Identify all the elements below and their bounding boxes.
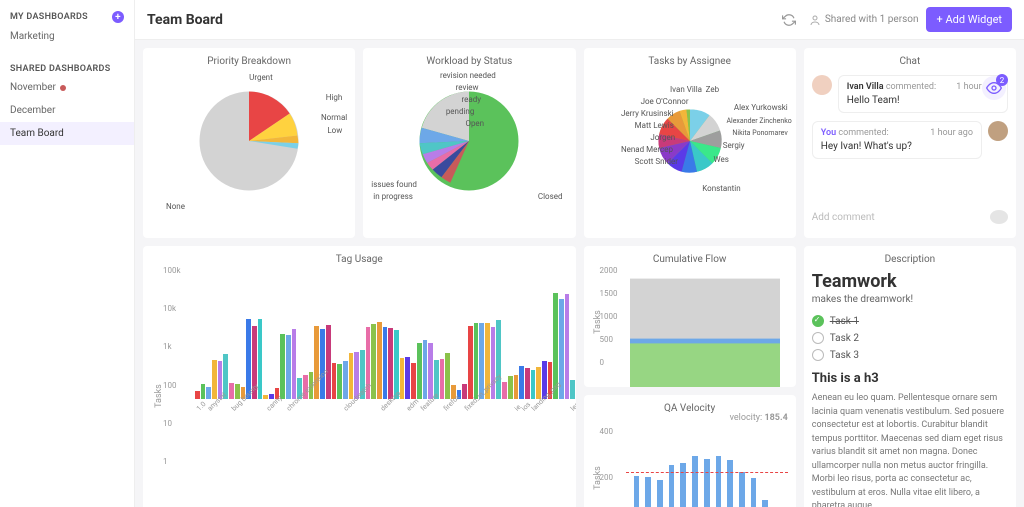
shared-dashboards-label: SHARED DASHBOARDS: [10, 64, 111, 74]
chat-badge: 2: [996, 74, 1008, 86]
qa-bars: [626, 430, 788, 507]
chat-text: Hey Ivan! What's up?: [821, 141, 973, 152]
shared-with[interactable]: Shared with 1 person: [809, 14, 919, 26]
tag-usage-title: Tag Usage: [151, 254, 568, 265]
my-dashboards-label: MY DASHBOARDS: [10, 12, 88, 22]
sidebar-item-december[interactable]: December: [0, 99, 134, 122]
user-icon: [809, 14, 821, 26]
desc-h3: This is a h3: [812, 371, 1008, 386]
flow-title: Cumulative Flow: [592, 254, 788, 265]
main: Team Board Shared with 1 person + Add Wi…: [135, 0, 1024, 507]
chat-card: Chat 2 Ivan Villa commented:1 hour ago H…: [804, 48, 1016, 238]
assignee-title: Tasks by Assignee: [592, 56, 788, 67]
checkbox-icon[interactable]: [812, 332, 824, 344]
velocity-line: [626, 472, 788, 473]
workload-card: Workload by Status revision needed revie…: [363, 48, 575, 238]
middle-stack: Cumulative Flow Tasks 2000150010005000 2…: [584, 246, 796, 507]
sidebar: MY DASHBOARDS + Marketing SHARED DASHBOA…: [0, 0, 135, 507]
desc-title: Description: [812, 254, 1008, 265]
chat-message: Ivan Villa commented:1 hour ago Hello Te…: [812, 75, 1008, 113]
cumulative-flow-card: Cumulative Flow Tasks 2000150010005000 2…: [584, 246, 796, 387]
add-widget-button[interactable]: + Add Widget: [926, 7, 1012, 32]
chat-title: Chat: [812, 56, 1008, 67]
task-item[interactable]: Task 2: [812, 332, 1008, 344]
topbar: Team Board Shared with 1 person + Add Wi…: [135, 0, 1024, 40]
tag-usage-bars: [191, 269, 576, 399]
priority-breakdown-card: Priority Breakdown Urgent High Normal Lo…: [143, 48, 355, 238]
tag-usage-card: Tag Usage Tasks 100k10k1k100101 1.0anyst…: [143, 246, 576, 507]
checkbox-icon[interactable]: [812, 349, 824, 361]
desc-tagline: makes the dreamwork!: [812, 294, 1008, 305]
dashboard-grid: Priority Breakdown Urgent High Normal Lo…: [135, 40, 1024, 507]
checkbox-icon[interactable]: [812, 315, 824, 327]
add-dashboard-button[interactable]: +: [112, 11, 124, 23]
avatar: [812, 75, 832, 95]
description-card: Description Teamwork makes the dreamwork…: [804, 246, 1016, 507]
chat-text: Hello Team!: [847, 95, 999, 106]
sidebar-item-team-board[interactable]: Team Board: [0, 122, 134, 145]
task-item[interactable]: Task 1: [812, 315, 1008, 327]
eye-icon[interactable]: 2: [982, 76, 1006, 100]
my-dashboards-head: MY DASHBOARDS +: [0, 5, 134, 25]
refresh-icon[interactable]: [777, 8, 801, 32]
flow-chart: [630, 269, 780, 387]
sidebar-item-november[interactable]: November: [0, 76, 134, 99]
avatar: [988, 121, 1008, 141]
chat-message: You commented:1 hour ago Hey Ivan! What'…: [812, 121, 1008, 159]
priority-title: Priority Breakdown: [151, 56, 347, 67]
task-item[interactable]: Task 3: [812, 349, 1008, 361]
desc-heading: Teamwork: [812, 271, 1008, 292]
dot-icon: [60, 85, 66, 91]
qa-velocity-card: QA Velocity velocity: 185.4 Tasks 400200…: [584, 395, 796, 507]
workload-title: Workload by Status: [371, 56, 567, 67]
page-title: Team Board: [147, 12, 769, 28]
priority-pie: [194, 86, 304, 196]
assignee-card: Tasks by Assignee: [584, 48, 796, 238]
comment-input[interactable]: Add comment: [812, 204, 1008, 230]
shared-dashboards-head: SHARED DASHBOARDS: [0, 58, 134, 76]
desc-paragraph: Aenean eu leo quam. Pellentesque ornare …: [812, 392, 1008, 507]
speech-icon: [990, 210, 1008, 224]
sidebar-item-marketing[interactable]: Marketing: [0, 25, 134, 48]
